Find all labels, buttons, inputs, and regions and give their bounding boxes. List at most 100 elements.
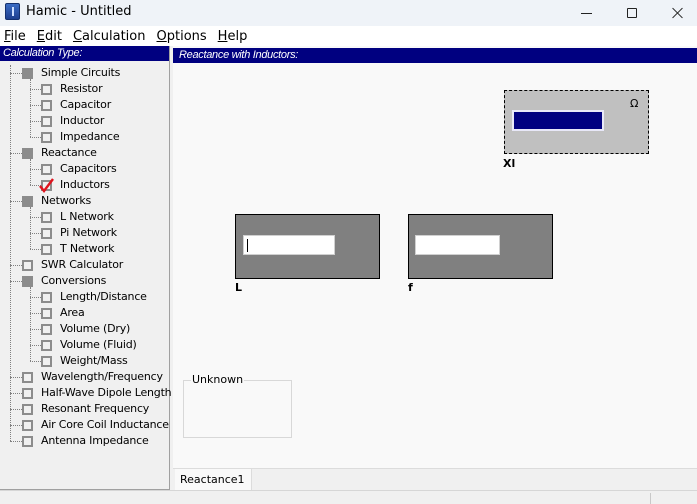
tree-item-half-wave-dipole-length[interactable]: Half-Wave Dipole Length	[0, 385, 172, 401]
tree-item-label: Reactance	[41, 146, 97, 159]
group-node-icon[interactable]	[22, 68, 33, 79]
tree-item-volume-dry[interactable]: Volume (Dry)	[0, 321, 168, 337]
checkbox[interactable]	[22, 372, 33, 383]
tree-item-label: Air Core Coil Inductance	[41, 418, 169, 431]
tree-item-label: Wavelength/Frequency	[41, 370, 163, 383]
tree-item-label: L Network	[60, 210, 114, 223]
menu-calculation-label: alculation	[82, 28, 146, 44]
checkbox[interactable]	[41, 164, 52, 175]
checkbox[interactable]	[41, 340, 52, 351]
close-button[interactable]	[655, 0, 697, 26]
checkbox[interactable]	[41, 100, 52, 111]
tree-item-networks[interactable]: Networks	[0, 193, 168, 209]
menu-calculation[interactable]: Calculation	[69, 29, 150, 44]
tree-item-label: Simple Circuits	[41, 66, 121, 79]
tree-item-length-distance[interactable]: Length/Distance	[0, 289, 168, 305]
tree-item-area[interactable]: Area	[0, 305, 168, 321]
menu-file[interactable]: File	[0, 29, 30, 44]
tree-item-conversions[interactable]: Conversions	[0, 273, 168, 289]
calculation-header: Reactance with Inductors:	[173, 48, 697, 63]
group-node-icon[interactable]	[22, 276, 33, 287]
tree-item-label: Length/Distance	[60, 290, 147, 303]
tree-item-capacitor[interactable]: Capacitor	[0, 97, 168, 113]
tree-item-label: Capacitors	[60, 162, 117, 175]
tree-item-label: Resistor	[60, 82, 103, 95]
group-node-icon[interactable]	[22, 196, 33, 207]
tree-item-volume-fluid[interactable]: Volume (Fluid)	[0, 337, 168, 353]
tree-item-inductor[interactable]: Inductor	[0, 113, 168, 129]
checkbox[interactable]	[22, 436, 33, 447]
tree-connector	[30, 297, 41, 298]
tree-item-capacitors[interactable]: Capacitors	[0, 161, 168, 177]
xl-result-field[interactable]	[512, 110, 604, 131]
checkbox[interactable]	[41, 308, 52, 319]
tree-item-label: Weight/Mass	[60, 354, 128, 367]
maximize-button[interactable]	[609, 0, 655, 26]
checkbox[interactable]	[41, 84, 52, 95]
tree-item-label: Capacitor	[60, 98, 112, 111]
minimize-button[interactable]	[563, 0, 609, 26]
tree-connector	[30, 361, 41, 362]
tab-reactance1[interactable]: Reactance1	[175, 469, 252, 491]
menu-bar: File Edit Calculation Options Help	[0, 26, 697, 46]
ohm-unit: Ω	[630, 97, 639, 110]
menu-help[interactable]: Help	[214, 29, 252, 44]
tree-connector	[30, 345, 41, 346]
menu-help-label: elp	[227, 28, 248, 44]
tree-item-wavelength-frequency[interactable]: Wavelength/Frequency	[0, 369, 168, 385]
tree-item-t-network[interactable]: T Network	[0, 241, 168, 257]
l-label: L	[235, 281, 243, 294]
checkbox[interactable]	[41, 244, 52, 255]
tree-connector	[10, 377, 22, 378]
group-node-icon[interactable]	[22, 148, 33, 159]
tree-connector	[30, 217, 41, 218]
tree-connector	[30, 89, 41, 90]
tree-item-reactance[interactable]: Reactance	[0, 145, 168, 161]
tree-connector	[30, 233, 41, 234]
tree-item-weight-mass[interactable]: Weight/Mass	[0, 353, 168, 369]
checkbox[interactable]	[41, 212, 52, 223]
tree-item-inductors[interactable]: Inductors	[0, 177, 168, 193]
tree-item-label: Networks	[41, 194, 92, 207]
tree-item-impedance[interactable]: Impedance	[0, 129, 168, 145]
tree-connector	[30, 329, 41, 330]
tree-item-label: Impedance	[60, 130, 120, 143]
checkbox[interactable]	[41, 228, 52, 239]
tree-item-simple-circuits[interactable]: Simple Circuits	[0, 65, 168, 81]
checkbox[interactable]	[22, 420, 33, 431]
tree-item-antenna-impedance[interactable]: Antenna Impedance	[0, 433, 168, 449]
tree-connector	[30, 159, 31, 185]
tree-item-label: Antenna Impedance	[41, 434, 149, 447]
l-input-panel	[235, 214, 380, 279]
checkbox[interactable]	[41, 132, 52, 143]
menu-edit[interactable]: Edit	[33, 29, 66, 44]
title-bar: Hamic - Untitled	[0, 0, 697, 26]
xl-label: Xl	[503, 157, 516, 170]
f-input[interactable]	[415, 235, 500, 255]
tree-item-pi-network[interactable]: Pi Network	[0, 225, 168, 241]
tree-item-resonant-frequency[interactable]: Resonant Frequency	[0, 401, 168, 417]
tree-connector	[10, 409, 22, 410]
tree-item-label: Inductors	[60, 178, 110, 191]
maximize-icon	[627, 8, 637, 18]
tree-connector	[10, 425, 22, 426]
xl-result-panel: Ω	[504, 90, 649, 154]
checkbox[interactable]	[22, 404, 33, 415]
tree-item-l-network[interactable]: L Network	[0, 209, 168, 225]
checkbox[interactable]	[22, 260, 33, 271]
checkbox[interactable]	[22, 388, 33, 399]
checkbox[interactable]	[41, 356, 52, 367]
checkbox[interactable]	[41, 324, 52, 335]
checkbox[interactable]	[41, 116, 52, 127]
tree-item-label: Conversions	[41, 274, 107, 287]
l-input[interactable]	[243, 235, 335, 255]
tree-connector	[30, 169, 41, 170]
menu-help-mnemonic: H	[217, 28, 228, 44]
checkbox[interactable]	[41, 292, 52, 303]
menu-options[interactable]: Options	[153, 29, 211, 44]
tree-item-air-core-coil-inductance[interactable]: Air Core Coil Inductance	[0, 417, 169, 433]
tree-item-resistor[interactable]: Resistor	[0, 81, 168, 97]
calculation-tree: Simple Circuits Resistor Capacitor Inductor…	[0, 65, 172, 449]
tree-item-swr-calculator[interactable]: SWR Calculator	[0, 257, 168, 273]
tree-item-label: Pi Network	[60, 226, 117, 239]
